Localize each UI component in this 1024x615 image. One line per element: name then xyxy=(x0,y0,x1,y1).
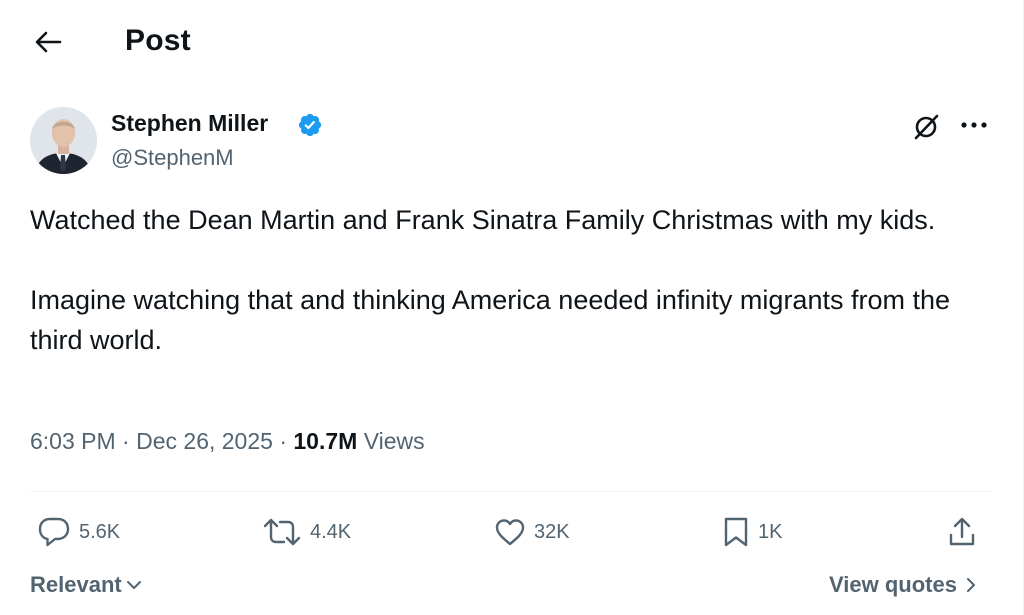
reply-icon xyxy=(38,517,70,547)
post-time[interactable]: 6:03 PM xyxy=(30,428,116,454)
avatar[interactable] xyxy=(30,107,97,174)
post-page: Post Stephen Miller @StephenM Watched th… xyxy=(0,0,1024,615)
sort-replies-dropdown[interactable]: Relevant xyxy=(30,572,142,598)
author-handle[interactable]: @StephenM xyxy=(111,145,234,171)
views-count: 10.7M xyxy=(293,428,358,454)
view-quotes-label: View quotes xyxy=(829,572,957,597)
view-quotes-link[interactable]: View quotes xyxy=(829,572,977,598)
author-name[interactable]: Stephen Miller xyxy=(111,110,268,137)
reply-count: 5.6K xyxy=(79,520,121,543)
repost-button[interactable]: 4.4K xyxy=(262,513,351,551)
chevron-down-icon xyxy=(126,581,141,589)
post-date[interactable]: Dec 26, 2025 xyxy=(136,428,273,454)
post-paragraph: Watched the Dean Martin and Frank Sinatr… xyxy=(30,205,936,235)
repost-icon xyxy=(263,518,301,546)
heart-icon xyxy=(495,519,525,546)
like-count: 32K xyxy=(534,520,570,543)
grok-button[interactable] xyxy=(909,110,943,144)
bookmark-count: 1K xyxy=(758,520,783,543)
post-meta: 6:03 PM · Dec 26, 2025 · 10.7M Views xyxy=(30,428,425,455)
grok-icon xyxy=(914,114,939,140)
meta-separator: · xyxy=(279,428,287,454)
post-paragraph: Imagine watching that and thinking Ameri… xyxy=(30,285,951,355)
more-options-button[interactable] xyxy=(956,110,992,140)
back-button[interactable] xyxy=(26,22,70,62)
page-title: Post xyxy=(125,24,191,57)
page-header: Post xyxy=(0,0,1022,84)
avatar-image xyxy=(30,107,97,174)
share-icon xyxy=(949,517,975,546)
post-text: Watched the Dean Martin and Frank Sinatr… xyxy=(30,200,990,360)
views-label: Views xyxy=(363,428,425,454)
chevron-right-icon xyxy=(966,578,975,592)
repost-count: 4.4K xyxy=(310,520,352,543)
sort-label: Relevant xyxy=(30,572,122,597)
divider xyxy=(30,491,990,492)
verified-badge-icon xyxy=(298,113,322,137)
bookmark-icon xyxy=(724,517,748,547)
meta-separator: · xyxy=(122,428,130,454)
like-button[interactable]: 32K xyxy=(494,513,570,551)
reply-button[interactable]: 5.6K xyxy=(37,513,120,551)
bookmark-button[interactable]: 1K xyxy=(722,513,782,551)
arrow-left-icon xyxy=(35,31,62,53)
more-horizontal-icon xyxy=(961,122,987,128)
share-button[interactable] xyxy=(947,513,977,551)
